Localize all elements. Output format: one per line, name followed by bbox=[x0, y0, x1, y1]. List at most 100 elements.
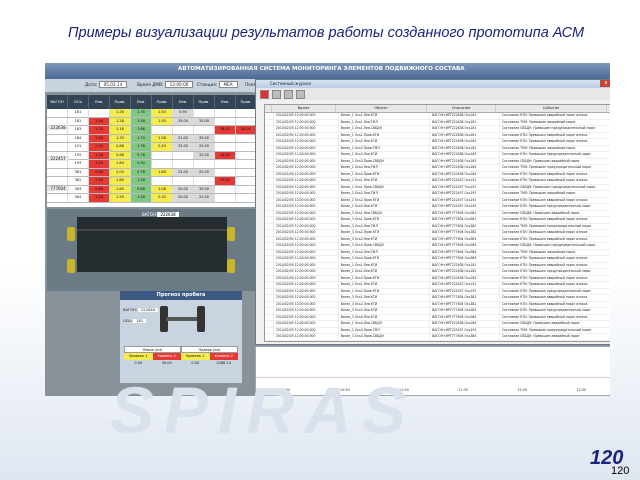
table-cell: 30.00 bbox=[173, 194, 194, 202]
wheel-icon[interactable] bbox=[227, 259, 235, 273]
table-cell bbox=[47, 109, 68, 117]
row-marker bbox=[265, 230, 274, 236]
table-cell bbox=[236, 160, 257, 168]
events-cell: Вагон_3 Ось2.Прав.КТИ bbox=[339, 230, 431, 236]
events-cell: ВАГОН+ИРТ777604 Ось384 bbox=[430, 314, 500, 320]
table-cell: 1.18 bbox=[110, 126, 131, 134]
events-cell: 2014/02/05 12:00:00.000 bbox=[274, 321, 339, 327]
table-cell bbox=[236, 109, 257, 117]
table-row[interactable]: 184 1.28 1.30 1.74 1.58 21.00 35.00 bbox=[47, 134, 257, 143]
table-cell: 28.00 bbox=[236, 126, 257, 134]
events-cell: Состояние КТИ: Превышен аварийный порог … bbox=[500, 139, 610, 145]
events-cell: Вагон_3 Ось1.Лев.КТИ bbox=[339, 295, 431, 301]
events-cell: Состояние ТМЛ: Превышен аварийный порог bbox=[500, 145, 610, 151]
table-cell: 29.00 bbox=[215, 177, 236, 185]
events-cell: ВАГОН+ИРТ222457 Ось192 bbox=[430, 191, 500, 197]
table-row[interactable]: 183 1.20 1.18 1.66 38.00 28.00 bbox=[47, 126, 257, 135]
row-marker bbox=[265, 301, 274, 307]
level-value: 2288.14 bbox=[216, 361, 231, 365]
column-header: Прав. bbox=[110, 95, 131, 109]
close-icon[interactable]: x bbox=[600, 80, 610, 87]
refresh-icon[interactable] bbox=[272, 89, 281, 99]
row-marker bbox=[265, 165, 274, 171]
events-cell: Вагон_1 Ось1.Лев.КТИ bbox=[339, 113, 431, 119]
events-cell: Состояние СВБДН: Превышен аварийный поро… bbox=[500, 158, 610, 164]
print-icon[interactable] bbox=[296, 89, 305, 99]
events-row[interactable]: 2014/02/05 12:00:00.000Вагон_1 Ось1.Прав… bbox=[265, 340, 610, 341]
column-header: ВАГОН (ДПП) bbox=[47, 95, 68, 118]
table-row[interactable]: 192 1.58 0.88 0.78 32.00 28.00 bbox=[47, 151, 257, 160]
table-cell bbox=[236, 177, 257, 185]
events-cell: ВАГОН+ИРТ222638 Ось184 bbox=[430, 171, 500, 177]
table-cell: 1.58 bbox=[89, 151, 110, 159]
events-cell: ВАГОН+ИРТ222457 Ось192 bbox=[430, 197, 500, 203]
table-row[interactable]: 191 2.00 0.88 1.78 0.29 32.00 25.00 bbox=[47, 143, 257, 152]
events-column-header[interactable]: Событие bbox=[496, 105, 607, 112]
wheel-icon[interactable] bbox=[227, 227, 235, 241]
table-cell: 184 bbox=[68, 134, 89, 142]
table-row[interactable]: 181 1.26 1.35 1.50 0.90 bbox=[47, 109, 257, 118]
right-header: Правое (км) bbox=[181, 346, 238, 353]
time-field: Время ДМВ: 12:00:00 bbox=[137, 81, 194, 88]
table-cell: 25.00 bbox=[194, 143, 215, 151]
events-cell: 2014/02/05 12:00:00.000 bbox=[274, 204, 339, 210]
level-value: 0.00 bbox=[191, 361, 200, 365]
events-cell: Состояние КТИ: Превышен аварийный порог … bbox=[500, 301, 610, 307]
table-row[interactable]: 381 0.96 2.00 0.78 1.80 22.00 25.00 bbox=[47, 168, 257, 177]
events-column-header[interactable] bbox=[265, 105, 272, 112]
events-cell: Вагон_3 Ось1.Лев.СВБДН bbox=[339, 210, 431, 216]
table-cell bbox=[236, 134, 257, 142]
events-cell: ВАГОН+ИРТ777604 Ось382 bbox=[430, 230, 500, 236]
table-cell bbox=[152, 160, 173, 168]
table-row[interactable]: 382 1.36 1.80 1.28 29.00 bbox=[47, 177, 257, 186]
table-cell: 1.36 bbox=[89, 177, 110, 185]
events-cell: ВАГОН+ИРТ777604 Ось384 bbox=[430, 249, 500, 255]
events-cell: Состояние ТМЛ: Превышен аварийный порог bbox=[500, 249, 610, 255]
table-cell: 1.16 bbox=[89, 117, 110, 125]
prognosis-axle: ОСЬ: 181 bbox=[123, 319, 147, 323]
events-cell: ВАГОН+ИРТ777604 Ось381 bbox=[430, 295, 500, 301]
events-cell: Состояние ТМЛ: Превышен предупредительны… bbox=[500, 223, 610, 229]
wagon-stripe bbox=[77, 229, 227, 231]
events-cell: Вагон_1 Ось3.Прав.КТИ bbox=[339, 275, 431, 281]
table-row[interactable]: 383 0.88 1.60 0.88 1.08 30.00 35.00 bbox=[47, 185, 257, 194]
events-column-header[interactable]: Описание bbox=[427, 105, 496, 112]
table-cell: 35.00 bbox=[194, 134, 215, 142]
events-cell: 2014/02/05 12:00:00.000 bbox=[274, 301, 339, 307]
events-cell: Состояние КТИ: Превышен аварийный порог … bbox=[500, 171, 610, 177]
stop-icon[interactable] bbox=[260, 89, 269, 99]
table-row[interactable]: 193 1.50 1.84 0.30 bbox=[47, 160, 257, 169]
events-column-header[interactable]: Время bbox=[272, 105, 336, 112]
prognosis-wagon: ВАГОН: 222638 bbox=[123, 308, 158, 312]
table-row[interactable]: 384 1.28 1.50 1.28 0.30 30.00 22.00 bbox=[47, 194, 257, 203]
row-marker bbox=[265, 126, 274, 132]
events-cell: 2014/02/05 12:00:00.000 bbox=[274, 262, 339, 268]
events-cell: ВАГОН+ИРТ222638 Ось182 bbox=[430, 145, 500, 151]
table-cell bbox=[215, 160, 236, 168]
events-cell: Вагон_1 Ось1.Прав.КТИ bbox=[339, 132, 431, 138]
table-row[interactable]: 182 1.16 1.28 1.58 1.55 35.00 35.00 bbox=[47, 117, 257, 126]
events-cell: 2014/02/05 12:00:00.000 bbox=[274, 327, 339, 333]
table-cell: 22.00 bbox=[194, 194, 215, 202]
events-column-header[interactable]: Объект bbox=[336, 105, 427, 112]
events-cell: Вагон_2 Ось1.Лев.КТИ bbox=[339, 282, 431, 288]
events-cell: ВАГОН+ИРТ222457 Ось193 bbox=[430, 204, 500, 210]
prognosis-title: Прогноз пробега bbox=[120, 291, 242, 300]
table-cell: 0.78 bbox=[131, 151, 152, 159]
column-header: Лев. (Срд) bbox=[173, 95, 194, 118]
events-cell: ВАГОН+ИРТ777604 Ось381 bbox=[430, 210, 500, 216]
wheel-icon[interactable] bbox=[67, 259, 75, 273]
wheel-icon[interactable] bbox=[67, 227, 75, 241]
filter-icon[interactable] bbox=[284, 89, 293, 99]
events-cell: Вагон_2 Ось2.Лев.ТМЛ bbox=[339, 191, 431, 197]
events-cell: 2014/02/05 12:00:00.000 bbox=[274, 139, 339, 145]
events-cell: 2014/02/05 12:00:00.000 bbox=[274, 191, 339, 197]
table-cell: 0.29 bbox=[152, 143, 173, 151]
column-header: Прав. bbox=[236, 95, 257, 109]
events-cell: ВАГОН+ИРТ777604 Ось383 bbox=[430, 243, 500, 249]
events-cell: Состояние СВБДН: Превышен аварийный поро… bbox=[500, 321, 610, 327]
table-cell: 0.88 bbox=[110, 151, 131, 159]
events-cell: ВАГОН+ИРТ222638 Ось183 bbox=[430, 275, 500, 281]
events-cell: Состояние СВБДН: Превышен предупредитель… bbox=[500, 243, 610, 249]
table-cell bbox=[236, 151, 257, 159]
